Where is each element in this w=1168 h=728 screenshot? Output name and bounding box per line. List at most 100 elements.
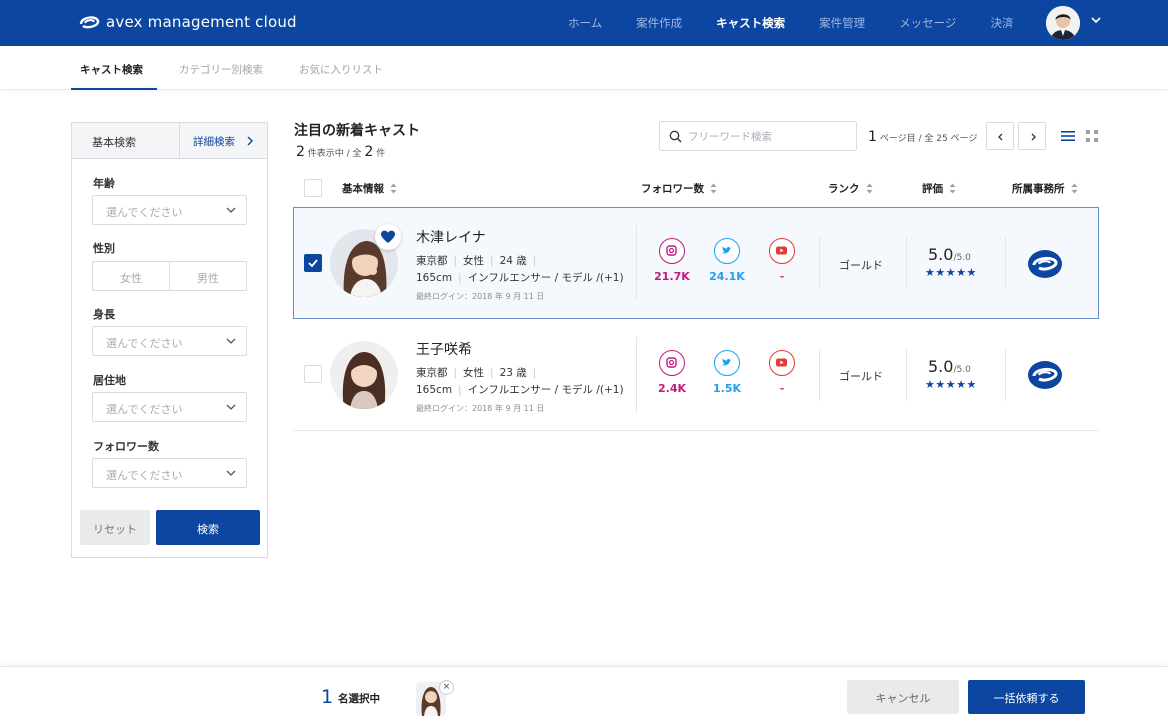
cast-score-max: /5.0 bbox=[953, 365, 971, 375]
height-select-value: 選んでください bbox=[106, 337, 183, 350]
user-avatar[interactable] bbox=[1046, 6, 1080, 40]
table-row[interactable] bbox=[293, 207, 1099, 319]
list-view-icon[interactable] bbox=[1061, 129, 1075, 143]
search-input[interactable] bbox=[688, 128, 848, 146]
tab-cast-search[interactable]: キャスト検索 bbox=[80, 62, 143, 77]
sort-icon bbox=[866, 183, 872, 194]
column-followers[interactable]: フォロワー数 bbox=[641, 181, 717, 196]
reset-button[interactable]: リセット bbox=[80, 510, 150, 545]
rating-stars: ★★★★★ bbox=[925, 266, 977, 279]
nav-item-create-project[interactable]: 案件作成 bbox=[636, 15, 682, 31]
sort-icon bbox=[390, 183, 397, 194]
height-select[interactable]: 選んでください bbox=[92, 326, 247, 356]
gender-male-option[interactable]: 男性 bbox=[169, 262, 246, 290]
column-agency[interactable]: 所属事務所 bbox=[1012, 181, 1078, 196]
height-label: 身長 bbox=[93, 308, 115, 321]
twitter-followers: 1.5K bbox=[712, 382, 741, 395]
column-basic-info[interactable]: 基本情報 bbox=[342, 181, 397, 196]
instagram-icon[interactable] bbox=[659, 238, 685, 264]
instagram-icon[interactable] bbox=[659, 350, 685, 376]
youtube-icon[interactable] bbox=[769, 350, 795, 376]
nav-item-cast-search[interactable]: キャスト検索 bbox=[716, 15, 785, 31]
cast-photo-image bbox=[330, 341, 398, 409]
divider bbox=[636, 225, 637, 301]
followers-label: フォロワー数 bbox=[93, 440, 159, 453]
tab-favorite-list[interactable]: お気に入りリスト bbox=[299, 62, 383, 77]
residence-select-value: 選んでください bbox=[106, 403, 183, 416]
twitter-icon[interactable] bbox=[714, 350, 740, 376]
row-checkbox[interactable] bbox=[304, 254, 322, 272]
cast-gender: 女性 bbox=[463, 255, 485, 267]
twitter-followers: 24.1K bbox=[709, 270, 745, 283]
sort-icon bbox=[949, 183, 956, 194]
residence-select[interactable]: 選んでください bbox=[92, 392, 247, 422]
detail-search-link[interactable]: 詳細検索 bbox=[193, 134, 235, 149]
brand-logo[interactable]: avex management cloud bbox=[78, 12, 297, 32]
cast-name[interactable]: 王子咲希 bbox=[416, 339, 472, 359]
column-rank[interactable]: ランク bbox=[828, 181, 873, 196]
agency-logo-icon[interactable] bbox=[1027, 249, 1063, 279]
total-count: 2 bbox=[364, 144, 374, 160]
basic-search-tab[interactable]: 基本検索 bbox=[92, 134, 136, 150]
cast-profile: 東京都 | 女性 | 23 歳 | bbox=[416, 367, 537, 379]
shown-text: 件表示中 / 全 bbox=[307, 149, 362, 159]
cast-rank: ゴールド bbox=[839, 259, 883, 272]
nav-item-project-management[interactable]: 案件管理 bbox=[819, 15, 865, 31]
cast-last-login: 最終ログイン：2018 年 9 月 11 日 bbox=[416, 292, 545, 301]
rating-stars: ★★★★★ bbox=[925, 378, 977, 391]
chevron-down-icon[interactable] bbox=[1090, 14, 1102, 26]
gender-female-option[interactable]: 女性 bbox=[93, 262, 169, 290]
nav-item-payment[interactable]: 決済 bbox=[990, 15, 1013, 31]
gender-label: 性別 bbox=[93, 242, 115, 255]
cast-location: 東京都 bbox=[416, 367, 448, 379]
cancel-button[interactable]: キャンセル bbox=[847, 680, 959, 714]
age-select[interactable]: 選んでください bbox=[92, 195, 247, 225]
column-rating[interactable]: 評価 bbox=[922, 181, 956, 196]
youtube-icon[interactable] bbox=[769, 238, 795, 264]
column-followers-label: フォロワー数 bbox=[641, 183, 704, 195]
followers-select[interactable]: 選んでください bbox=[92, 458, 247, 488]
cast-score-max: /5.0 bbox=[953, 253, 971, 263]
remove-selection-icon[interactable]: × bbox=[439, 680, 454, 695]
column-agency-label: 所属事務所 bbox=[1012, 183, 1065, 195]
chevron-down-icon bbox=[226, 404, 236, 410]
cast-height: 165cm bbox=[416, 272, 453, 284]
main-nav: ホーム 案件作成 キャスト検索 案件管理 メッセージ 決済 bbox=[568, 0, 1047, 46]
cast-age: 23 歳 bbox=[499, 367, 527, 379]
nav-item-messages[interactable]: メッセージ bbox=[899, 15, 956, 31]
page-title: 注目の新着キャスト bbox=[294, 123, 420, 139]
keyword-search bbox=[659, 121, 857, 151]
prev-page-button[interactable] bbox=[986, 122, 1014, 150]
twitter-icon[interactable] bbox=[714, 238, 740, 264]
divider bbox=[1005, 237, 1006, 289]
agency-logo-icon[interactable] bbox=[1027, 360, 1063, 390]
table-row[interactable] bbox=[293, 319, 1099, 431]
cast-category: インフルエンサー / モデル /(+1) bbox=[467, 272, 624, 284]
current-page: 1 bbox=[868, 129, 877, 145]
next-page-button[interactable] bbox=[1018, 122, 1046, 150]
cast-age: 24 歳 bbox=[499, 255, 527, 267]
active-tab-indicator bbox=[71, 88, 157, 90]
chevron-right-icon[interactable] bbox=[245, 135, 255, 147]
divider bbox=[636, 337, 637, 413]
brand-name: avex management cloud bbox=[106, 13, 297, 31]
chevron-right-icon bbox=[1031, 133, 1036, 141]
nav-item-home[interactable]: ホーム bbox=[568, 15, 602, 31]
gender-toggle: 女性 男性 bbox=[92, 261, 247, 291]
cast-score-value: 5.0 bbox=[928, 357, 954, 376]
tab-category-search[interactable]: カテゴリー別検索 bbox=[179, 62, 263, 77]
search-button[interactable]: 検索 bbox=[156, 510, 260, 545]
row-checkbox[interactable] bbox=[304, 365, 322, 383]
cast-photo[interactable] bbox=[330, 341, 398, 409]
divider bbox=[179, 123, 180, 159]
cast-profile: 東京都 | 女性 | 24 歳 | bbox=[416, 255, 537, 267]
cast-name[interactable]: 木津レイナ bbox=[416, 227, 486, 247]
favorite-button[interactable] bbox=[375, 224, 401, 250]
top-navigation-bar: avex management cloud ホーム 案件作成 キャスト検索 案件… bbox=[0, 0, 1168, 46]
heart-icon bbox=[381, 230, 395, 243]
grid-view-icon[interactable] bbox=[1085, 129, 1099, 143]
bulk-request-button[interactable]: 一括依頼する bbox=[968, 680, 1085, 714]
select-all-checkbox[interactable] bbox=[304, 179, 322, 197]
cast-gender: 女性 bbox=[463, 367, 485, 379]
search-icon bbox=[669, 130, 682, 143]
